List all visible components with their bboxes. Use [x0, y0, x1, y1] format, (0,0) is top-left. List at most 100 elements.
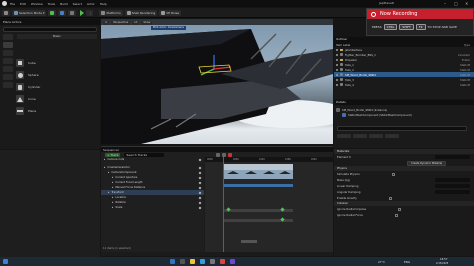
filter-tab[interactable]	[369, 134, 383, 138]
category-lights[interactable]	[3, 50, 13, 56]
add-key-icon[interactable]	[198, 166, 202, 169]
chevron-right-icon[interactable]: ▸	[108, 171, 109, 174]
visibility-icon[interactable]	[336, 83, 338, 86]
column-type[interactable]: Type	[464, 43, 470, 47]
save-button[interactable]	[2, 9, 10, 16]
playhead[interactable]	[223, 157, 224, 252]
menu-build[interactable]: Build	[60, 2, 68, 6]
track-search-input[interactable]: Search Tracks	[124, 152, 165, 157]
menu-window[interactable]: Window	[31, 2, 43, 6]
place-search-input[interactable]	[3, 27, 97, 32]
menu-select[interactable]: Select	[73, 2, 82, 6]
pilot-actor-tag[interactable]: Pilot Actor: CineCamera	[151, 26, 186, 30]
search-icon[interactable]	[180, 259, 185, 264]
unreal-taskbar-icon[interactable]	[210, 259, 215, 264]
platforms-button[interactable]: Platforms	[99, 9, 123, 16]
close-icon[interactable]: ✕	[465, 1, 468, 6]
add-key-icon[interactable]	[198, 191, 202, 194]
camera-section-bar[interactable]	[223, 184, 293, 187]
shape-item-cylinder[interactable]: Cylinder	[16, 82, 96, 92]
play-reverse-icon[interactable]	[216, 152, 221, 157]
add-key-icon[interactable]	[198, 206, 202, 209]
category-volumes[interactable]	[3, 74, 13, 80]
details-component-row[interactable]: StaticMeshComponent (StaticMeshComponent…	[334, 112, 474, 117]
folder-icon[interactable]	[190, 259, 195, 264]
details-search-input[interactable]	[337, 126, 467, 131]
perspective-button[interactable]: Perspective	[111, 20, 131, 25]
category-recent[interactable]	[3, 34, 13, 40]
visibility-icon[interactable]	[336, 58, 338, 61]
visibility-icon[interactable]	[336, 73, 338, 76]
property-value-field[interactable]	[435, 184, 470, 188]
add-actor-button[interactable]	[48, 9, 57, 16]
outliner-row[interactable]: Tails_4 StaticM	[334, 82, 474, 87]
add-track-button[interactable]: + Track	[105, 152, 121, 157]
visibility-icon[interactable]	[336, 53, 338, 56]
chevron-right-icon[interactable]: ▸	[112, 196, 113, 199]
clock-time[interactable]: 18:57	[440, 258, 447, 261]
filter-tab[interactable]	[385, 134, 399, 138]
play-icon[interactable]	[222, 152, 227, 157]
category-basic[interactable]	[3, 42, 13, 48]
menu-actor[interactable]: Actor	[87, 2, 95, 6]
visibility-icon[interactable]	[336, 63, 338, 66]
unreal-logo-icon[interactable]	[2, 1, 7, 6]
browser-icon[interactable]	[200, 259, 205, 264]
menu-help[interactable]: Help	[100, 2, 107, 6]
add-key-icon[interactable]	[198, 196, 202, 199]
property-value-field[interactable]	[435, 155, 470, 159]
add-key-icon[interactable]	[198, 171, 202, 174]
filter-tab[interactable]	[337, 134, 351, 138]
chevron-right-icon[interactable]: ▸	[112, 181, 113, 184]
play-icon[interactable]	[80, 9, 85, 16]
chevron-right-icon[interactable]: ▸	[112, 206, 113, 209]
chevron-right-icon[interactable]: ▸	[112, 186, 113, 189]
property-checkbox[interactable]	[394, 213, 398, 217]
menu-edit[interactable]: Edit	[20, 2, 26, 6]
category-all[interactable]	[3, 82, 13, 88]
maximize-icon[interactable]: □	[454, 1, 458, 6]
add-key-icon[interactable]	[198, 201, 202, 204]
menu-file[interactable]: File	[10, 2, 15, 6]
property-checkbox[interactable]	[388, 196, 392, 200]
sequencer-track[interactable]: ▸ Camera Cuts	[101, 157, 204, 162]
visibility-icon[interactable]	[336, 68, 338, 71]
sequencer-track[interactable]: ▸ Scale	[101, 205, 204, 210]
chevron-right-icon[interactable]: ▸	[104, 166, 105, 169]
add-key-icon[interactable]	[198, 158, 202, 161]
scroll-thumb[interactable]	[241, 240, 257, 243]
level-viewport[interactable]: ≡ Perspective Lit Show Pilot Actor: Cine…	[101, 19, 333, 144]
visibility-icon[interactable]	[336, 78, 338, 81]
chevron-right-icon[interactable]: ▸	[112, 201, 113, 204]
shape-item-sphere[interactable]: Sphere	[16, 70, 96, 80]
property-checkbox[interactable]	[391, 172, 395, 176]
start-icon[interactable]	[3, 259, 8, 264]
minimize-icon[interactable]: –	[444, 1, 446, 6]
language-indicator[interactable]: ENG	[404, 260, 410, 264]
mode-dropdown[interactable]: Selection Mode ▾	[12, 9, 47, 16]
timeline-ruler[interactable]: 0000 0060 0120 0180 0240	[205, 157, 333, 162]
shell-rendering-button[interactable]: Shell Rendering	[124, 9, 158, 16]
category-shapes[interactable]	[3, 58, 13, 64]
property-checkbox[interactable]	[398, 207, 402, 211]
category-tab[interactable]: Basic	[17, 34, 97, 39]
shape-item-plane[interactable]: Plane	[16, 106, 96, 116]
property-value-field[interactable]	[435, 190, 470, 194]
menu-tools[interactable]: Tools	[48, 2, 55, 6]
chevron-right-icon[interactable]: ▸	[112, 176, 113, 179]
app-taskbar-icon[interactable]	[230, 259, 235, 264]
property-value-field[interactable]	[435, 178, 470, 182]
column-label[interactable]: Item Label	[336, 43, 350, 47]
blueprint-button[interactable]	[58, 9, 67, 16]
cinematics-button[interactable]	[68, 9, 77, 16]
play-options-button[interactable]: ⋮	[86, 9, 94, 16]
weather-temp[interactable]: 27°C	[378, 260, 385, 264]
app-taskbar-icon[interactable]	[220, 259, 225, 264]
create-dynamic-material-button[interactable]: Create Dynamic Material	[407, 160, 447, 166]
shape-item-cone[interactable]: Cone	[16, 94, 96, 104]
chevron-right-icon[interactable]: ▸	[104, 158, 105, 161]
timeline-area[interactable]: 0000 0060 0120 0180 0240	[205, 157, 333, 252]
record-button-icon[interactable]	[228, 152, 233, 157]
add-key-icon[interactable]	[198, 176, 202, 179]
category-cinematic[interactable]	[3, 66, 13, 72]
